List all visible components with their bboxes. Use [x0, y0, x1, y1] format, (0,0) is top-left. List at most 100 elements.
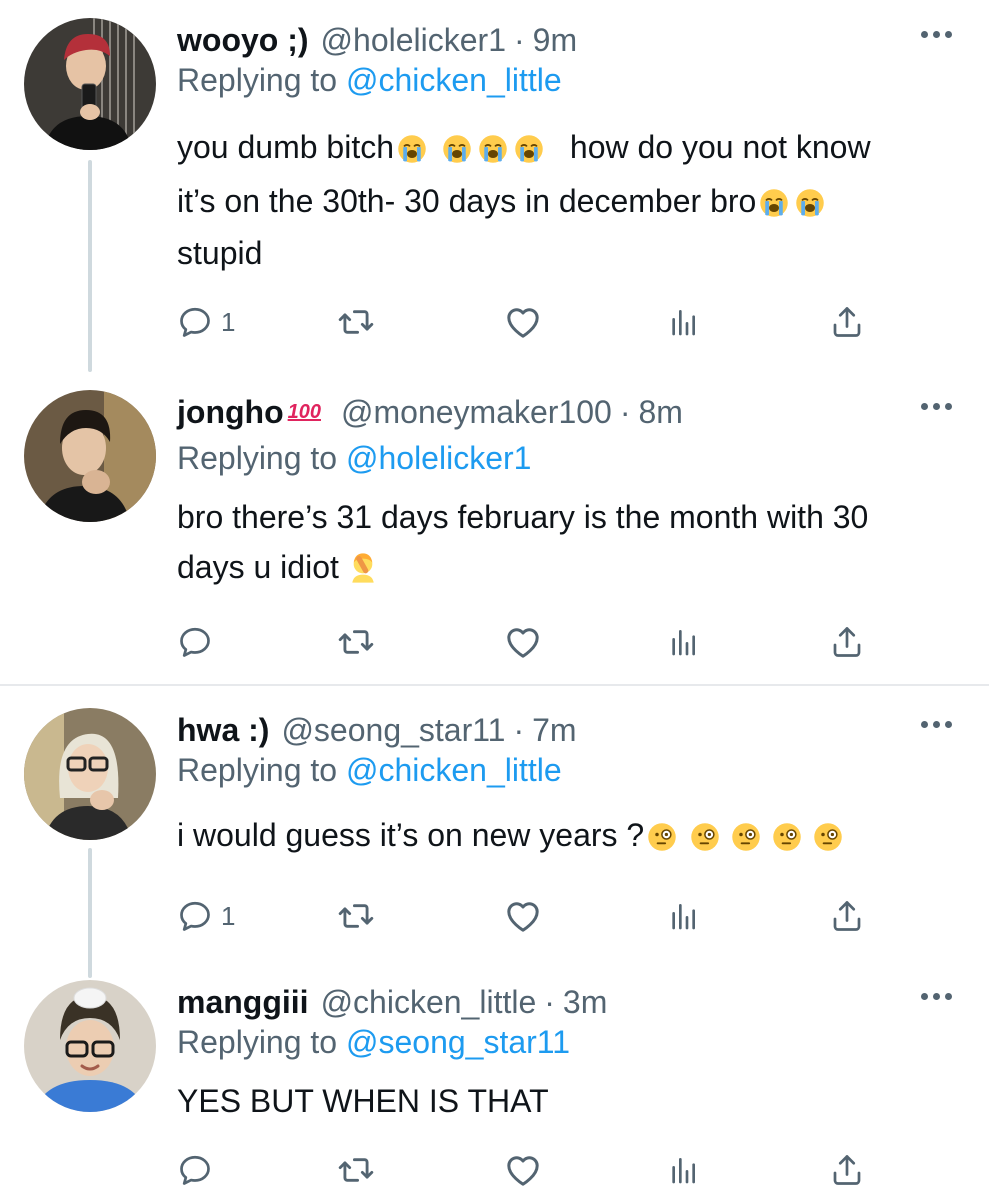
- reply-button[interactable]: [177, 622, 221, 662]
- retweet-button[interactable]: [337, 896, 375, 936]
- analytics-icon: [667, 1154, 699, 1186]
- share-icon: [829, 898, 865, 934]
- mention-link[interactable]: @seong_star11: [346, 1024, 570, 1060]
- tweet-header: hwa :) @seong_star11 · 7m: [177, 708, 577, 752]
- separator-dot: ·: [513, 21, 525, 58]
- handle[interactable]: @moneymaker100: [341, 394, 612, 431]
- reply-button[interactable]: 1: [177, 302, 235, 342]
- replying-prefix: Replying to: [177, 440, 338, 476]
- tweet-text: you dumb bitch how do you not know it’s …: [177, 122, 957, 278]
- sob-emoji-icon: [478, 134, 508, 164]
- share-icon: [829, 624, 865, 660]
- retweet-button[interactable]: [337, 302, 375, 342]
- action-bar: 1: [177, 302, 877, 342]
- reply-icon: [177, 304, 213, 340]
- thread-divider: [0, 684, 989, 686]
- tweet[interactable]: jongho 100 @moneymaker100 · 8m Replying …: [0, 390, 989, 670]
- reply-button[interactable]: [177, 1150, 221, 1190]
- avatar[interactable]: [24, 708, 156, 840]
- share-icon: [829, 1152, 865, 1188]
- avatar[interactable]: [24, 390, 156, 522]
- tweet-header: jongho 100 @moneymaker100 · 8m: [177, 390, 683, 434]
- reply-icon: [177, 624, 213, 660]
- reply-icon: [177, 898, 213, 934]
- display-name[interactable]: hwa :): [177, 712, 269, 749]
- reply-button[interactable]: 1: [177, 896, 235, 936]
- replying-to: Replying to @chicken_little: [177, 752, 562, 789]
- action-bar: [177, 1150, 877, 1190]
- handle[interactable]: @chicken_little: [321, 984, 537, 1021]
- share-button[interactable]: [829, 622, 865, 662]
- retweet-button[interactable]: [337, 622, 375, 662]
- avatar[interactable]: [24, 18, 156, 150]
- tweet-header: manggiii @chicken_little · 3m: [177, 980, 607, 1024]
- mention-link[interactable]: @chicken_little: [346, 62, 562, 98]
- sob-emoji-icon: [397, 134, 427, 164]
- tweet-header: wooyo ;) @holelicker1 · 9m: [177, 18, 577, 62]
- sob-emoji-icon: [795, 188, 825, 218]
- separator-dot: ·: [619, 393, 631, 430]
- analytics-button[interactable]: [667, 1150, 699, 1190]
- separator-dot: ·: [513, 711, 525, 748]
- replying-to: Replying to @chicken_little: [177, 62, 562, 99]
- like-button[interactable]: [503, 622, 543, 662]
- display-name[interactable]: wooyo ;): [177, 22, 309, 59]
- like-button[interactable]: [503, 302, 543, 342]
- display-name[interactable]: jongho: [177, 394, 284, 431]
- sob-emoji-icon: [442, 134, 472, 164]
- replying-to: Replying to @holelicker1: [177, 440, 531, 477]
- monocle-emoji-icon: [690, 822, 720, 852]
- share-button[interactable]: [829, 302, 865, 342]
- text-line: you dumb bitch: [177, 129, 395, 165]
- text-line: stupid: [177, 235, 263, 271]
- analytics-button[interactable]: [667, 896, 699, 936]
- more-icon[interactable]: [916, 22, 956, 46]
- heart-icon: [503, 1150, 543, 1190]
- analytics-icon: [667, 626, 699, 658]
- like-button[interactable]: [503, 896, 543, 936]
- analytics-button[interactable]: [667, 622, 699, 662]
- action-bar: 1: [177, 896, 877, 936]
- display-name[interactable]: manggiii: [177, 984, 309, 1021]
- sob-emoji-icon: [514, 134, 544, 164]
- timestamp[interactable]: 7m: [532, 712, 576, 749]
- monocle-emoji-icon: [731, 822, 761, 852]
- monocle-emoji-icon: [647, 822, 677, 852]
- tweet[interactable]: wooyo ;) @holelicker1 · 9m Replying to @…: [0, 18, 989, 358]
- avatar[interactable]: [24, 980, 156, 1112]
- tweet-text: bro there’s 31 days february is the mont…: [177, 492, 957, 592]
- tweet-text: YES BUT WHEN IS THAT: [177, 1076, 957, 1126]
- text-line: it’s on the 30th- 30 days in december br…: [177, 183, 757, 219]
- replying-to: Replying to @seong_star11: [177, 1024, 570, 1061]
- retweet-button[interactable]: [337, 1150, 375, 1190]
- timestamp[interactable]: 8m: [638, 394, 682, 431]
- reply-count: 1: [221, 900, 236, 931]
- text-line: bro there’s 31 days february is the mont…: [177, 499, 869, 535]
- handle[interactable]: @seong_star11: [281, 712, 505, 749]
- reply-icon: [177, 1152, 213, 1188]
- text-line: YES BUT WHEN IS THAT: [177, 1083, 549, 1119]
- tweet[interactable]: manggiii @chicken_little · 3m Replying t…: [0, 980, 989, 1200]
- tweet-text: i would guess it’s on new years ?: [177, 810, 957, 860]
- heart-icon: [503, 622, 543, 662]
- monocle-emoji-icon: [813, 822, 843, 852]
- tweet[interactable]: hwa :) @seong_star11 · 7m Replying to @c…: [0, 708, 989, 948]
- share-button[interactable]: [829, 896, 865, 936]
- timestamp[interactable]: 9m: [533, 22, 577, 59]
- facepalm-emoji-icon: [347, 552, 379, 584]
- text-line: i would guess it’s on new years ?: [177, 817, 645, 853]
- handle[interactable]: @holelicker1: [321, 22, 506, 59]
- mention-link[interactable]: @chicken_little: [346, 752, 562, 788]
- replying-prefix: Replying to: [177, 62, 338, 98]
- share-button[interactable]: [829, 1150, 865, 1190]
- more-icon[interactable]: [916, 712, 956, 736]
- analytics-button[interactable]: [667, 302, 699, 342]
- replying-prefix: Replying to: [177, 752, 338, 788]
- timestamp[interactable]: 3m: [563, 984, 607, 1021]
- more-icon[interactable]: [916, 394, 956, 418]
- like-button[interactable]: [503, 1150, 543, 1190]
- sob-emoji-icon: [759, 188, 789, 218]
- mention-link[interactable]: @holelicker1: [346, 440, 531, 476]
- more-icon[interactable]: [916, 984, 956, 1008]
- analytics-icon: [667, 306, 699, 338]
